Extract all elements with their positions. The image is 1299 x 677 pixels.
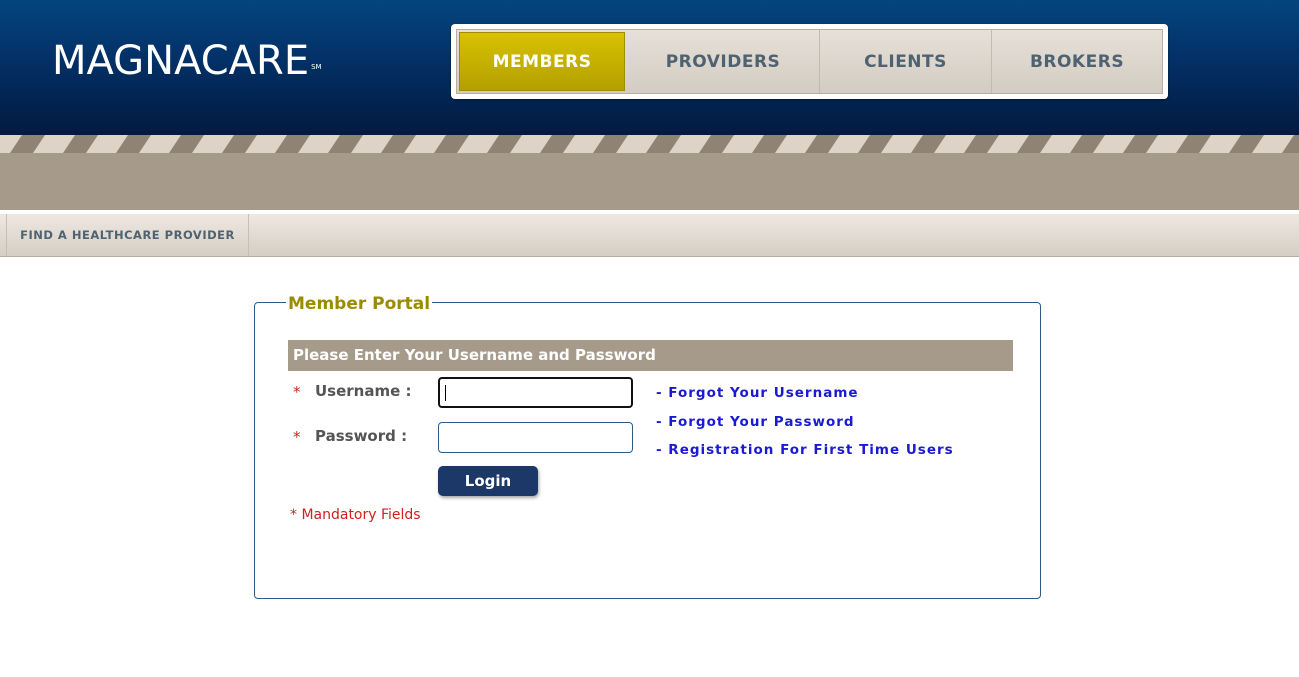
stripe (1040, 135, 1082, 153)
stripe (775, 135, 817, 153)
login-button[interactable]: Login (438, 466, 538, 496)
stripe (1199, 135, 1241, 153)
sub-nav: FIND A HEALTHCARE PROVIDER (0, 214, 1299, 257)
decorative-banner (0, 135, 1299, 210)
tab-brokers[interactable]: BROKERS (992, 30, 1162, 93)
stripe (457, 135, 499, 153)
mandatory-fields-note: * Mandatory Fields (290, 507, 421, 523)
stripe (722, 135, 764, 153)
tab-clients[interactable]: CLIENTS (820, 30, 992, 93)
forgot-username-link[interactable]: - Forgot Your Username (656, 379, 954, 408)
help-links: - Forgot Your Username - Forgot Your Pas… (656, 379, 954, 465)
username-input[interactable] (438, 377, 633, 408)
find-healthcare-provider-link[interactable]: FIND A HEALTHCARE PROVIDER (6, 214, 249, 256)
stripe (298, 135, 340, 153)
logo-text: MAGNACARE (52, 38, 310, 84)
stripe (86, 135, 128, 153)
stripe (987, 135, 1029, 153)
magnacare-logo[interactable]: MAGNACARE SM (52, 38, 322, 84)
portal-title: Member Portal (286, 293, 433, 315)
stripe (139, 135, 181, 153)
stripe (245, 135, 287, 153)
service-mark: SM (311, 63, 322, 71)
stripe-pattern (0, 135, 1294, 153)
password-label: Password : (315, 427, 408, 445)
tab-providers[interactable]: PROVIDERS (627, 30, 820, 93)
stripe-strip (0, 135, 1299, 153)
stripe (828, 135, 870, 153)
site-header: MAGNACARE SM MEMBERS PROVIDERS CLIENTS BR… (0, 0, 1299, 135)
stripe (616, 135, 658, 153)
tab-members[interactable]: MEMBERS (459, 32, 626, 91)
username-required-marker: * (293, 383, 301, 401)
first-time-registration-link[interactable]: - Registration For First Time Users (656, 436, 954, 465)
stripe (0, 135, 22, 153)
stripe (934, 135, 976, 153)
stripe (192, 135, 234, 153)
stripe (1252, 135, 1294, 153)
stripe (563, 135, 605, 153)
stripe (1146, 135, 1188, 153)
stripe (669, 135, 711, 153)
password-input[interactable] (438, 422, 633, 453)
username-label: Username : (315, 382, 412, 400)
stripe (33, 135, 75, 153)
stripe (1093, 135, 1135, 153)
form-header: Please Enter Your Username and Password (288, 340, 1013, 371)
stripe (881, 135, 923, 153)
text-caret (445, 385, 446, 401)
stripe (404, 135, 446, 153)
stripe (351, 135, 393, 153)
forgot-password-link[interactable]: - Forgot Your Password (656, 408, 954, 437)
password-required-marker: * (293, 428, 301, 446)
main-nav: MEMBERS PROVIDERS CLIENTS BROKERS (451, 24, 1168, 99)
main-nav-tabs: MEMBERS PROVIDERS CLIENTS BROKERS (456, 29, 1163, 94)
stripe (510, 135, 552, 153)
